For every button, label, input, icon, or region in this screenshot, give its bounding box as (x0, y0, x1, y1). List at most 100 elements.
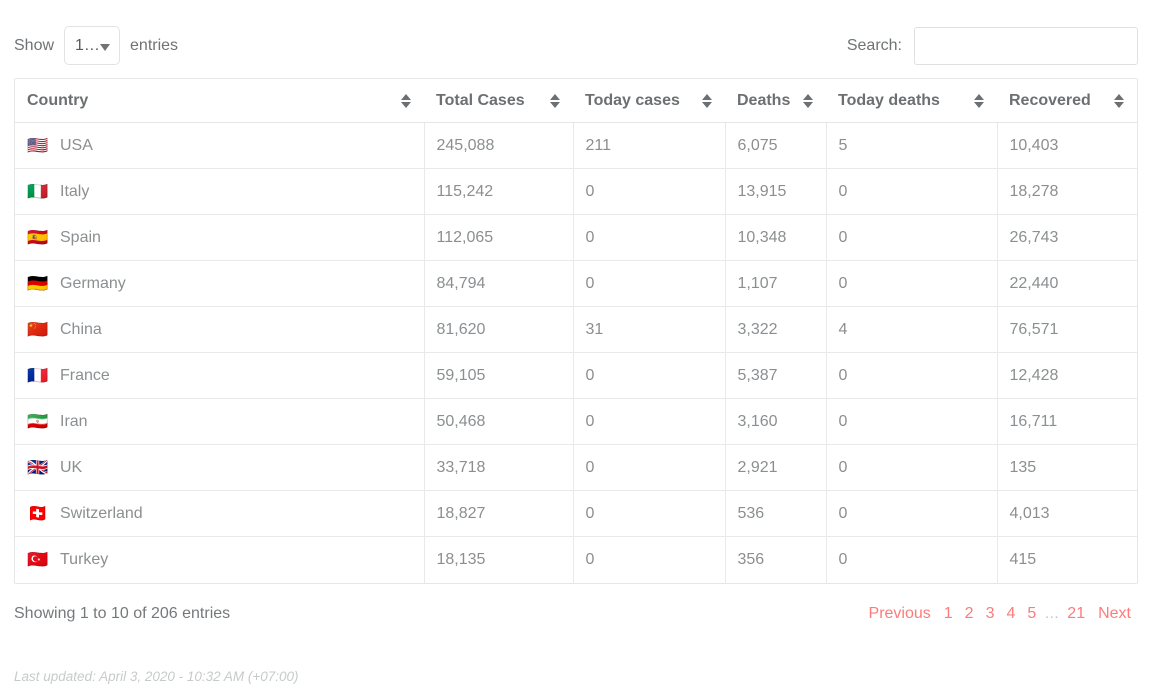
cell-today-deaths: 0 (826, 399, 997, 445)
cell-country: 🇪🇸 Spain (15, 215, 424, 261)
cell-today-deaths: 4 (826, 307, 997, 353)
cell-today-cases: 0 (573, 399, 725, 445)
cell-today-cases: 0 (573, 353, 725, 399)
table-controls: Show 1… entries Search: (14, 0, 1138, 78)
column-header-country-label: Country (27, 92, 88, 110)
cell-country: 🇨🇭 Switzerland (15, 491, 424, 537)
column-header-deaths-label: Deaths (737, 92, 790, 110)
cell-total-cases: 33,718 (424, 445, 573, 491)
cell-total-cases: 112,065 (424, 215, 573, 261)
pagination-page-1[interactable]: 1 (938, 605, 959, 623)
pagination: Previous12345…21Next (862, 605, 1138, 623)
column-header-recovered[interactable]: Recovered (997, 79, 1137, 123)
cell-deaths: 3,160 (725, 399, 826, 445)
pagination-page-4[interactable]: 4 (1000, 605, 1021, 623)
pagination-previous[interactable]: Previous (862, 605, 938, 623)
pagination-page-3[interactable]: 3 (980, 605, 1001, 623)
table-head: Country Total Cases Today cases (15, 79, 1137, 123)
country-name: UK (60, 459, 82, 477)
table-footer: Showing 1 to 10 of 206 entries Previous1… (14, 584, 1138, 642)
show-label: Show (14, 37, 54, 55)
flag-china-icon: 🇨🇳 (27, 321, 51, 338)
flag-uk-icon: 🇬🇧 (27, 459, 51, 476)
country-name: Italy (60, 183, 89, 201)
sort-icon (803, 93, 814, 109)
pagination-page-5[interactable]: 5 (1021, 605, 1042, 623)
pagination-page-21[interactable]: 21 (1061, 605, 1091, 623)
column-header-recovered-label: Recovered (1009, 92, 1091, 110)
search-label: Search: (847, 37, 902, 55)
cell-deaths: 6,075 (725, 123, 826, 169)
data-table-container: Country Total Cases Today cases (14, 78, 1138, 584)
column-header-deaths[interactable]: Deaths (725, 79, 826, 123)
cell-today-deaths: 0 (826, 215, 997, 261)
cell-today-deaths: 0 (826, 353, 997, 399)
covid-stats-page: Show 1… entries Search: Country (0, 0, 1152, 698)
cell-country: 🇹🇷 Turkey (15, 537, 424, 583)
cell-deaths: 1,107 (725, 261, 826, 307)
cell-country: 🇩🇪Germany (15, 261, 424, 307)
flag-switzerland-icon: 🇨🇭 (27, 505, 51, 522)
country-name: Turkey (60, 551, 108, 569)
country-name: Spain (60, 229, 101, 247)
cell-today-cases: 0 (573, 537, 725, 583)
flag-usa-icon: 🇺🇸 (27, 137, 51, 154)
cell-today-cases: 0 (573, 169, 725, 215)
column-header-today-deaths-label: Today deaths (838, 92, 940, 110)
search-control: Search: (847, 27, 1138, 65)
cell-deaths: 356 (725, 537, 826, 583)
pagination-page-2[interactable]: 2 (959, 605, 980, 623)
sort-icon (1114, 93, 1125, 109)
cell-today-cases: 0 (573, 445, 725, 491)
flag-turkey-icon: 🇹🇷 (27, 551, 51, 568)
cell-today-deaths: 0 (826, 261, 997, 307)
column-header-country[interactable]: Country (15, 79, 424, 123)
cell-recovered: 16,711 (997, 399, 1137, 445)
cell-country: 🇫🇷France (15, 353, 424, 399)
cell-deaths: 3,322 (725, 307, 826, 353)
cell-recovered: 26,743 (997, 215, 1137, 261)
cell-total-cases: 59,105 (424, 353, 573, 399)
table-row: 🇨🇭Switzerland18,827053604,013 (15, 491, 1137, 537)
table-row: 🇬🇧UK33,71802,9210135 (15, 445, 1137, 491)
flag-italy-icon: 🇮🇹 (27, 183, 51, 200)
column-header-today-deaths[interactable]: Today deaths (826, 79, 997, 123)
country-name: France (60, 367, 110, 385)
cell-recovered: 4,013 (997, 491, 1137, 537)
cell-today-deaths: 0 (826, 169, 997, 215)
cell-deaths: 13,915 (725, 169, 826, 215)
cell-total-cases: 18,827 (424, 491, 573, 537)
country-name: Switzerland (60, 505, 143, 523)
country-name: China (60, 321, 102, 339)
cell-deaths: 536 (725, 491, 826, 537)
cell-today-cases: 31 (573, 307, 725, 353)
countries-table: Country Total Cases Today cases (15, 79, 1137, 583)
table-body: 🇺🇸USA245,0882116,075510,403🇮🇹Italy115,24… (15, 123, 1137, 583)
cell-deaths: 10,348 (725, 215, 826, 261)
entries-label: entries (130, 37, 178, 55)
table-row: 🇩🇪Germany84,79401,107022,440 (15, 261, 1137, 307)
cell-today-cases: 0 (573, 215, 725, 261)
search-input[interactable] (914, 27, 1138, 65)
column-header-today-cases[interactable]: Today cases (573, 79, 725, 123)
cell-country: 🇺🇸USA (15, 123, 424, 169)
entries-length-control: Show 1… entries (14, 26, 178, 65)
column-header-total-cases-label: Total Cases (436, 92, 525, 110)
country-name: Germany (60, 275, 126, 293)
column-header-total-cases[interactable]: Total Cases (424, 79, 573, 123)
table-row: 🇺🇸USA245,0882116,075510,403 (15, 123, 1137, 169)
sort-icon (401, 93, 412, 109)
cell-today-cases: 0 (573, 261, 725, 307)
flag-iran-icon: 🇮🇷 (27, 413, 51, 430)
cell-today-deaths: 0 (826, 491, 997, 537)
cell-recovered: 12,428 (997, 353, 1137, 399)
entries-length-select[interactable]: 1… (64, 26, 120, 65)
cell-total-cases: 84,794 (424, 261, 573, 307)
cell-total-cases: 81,620 (424, 307, 573, 353)
cell-recovered: 22,440 (997, 261, 1137, 307)
pagination-next[interactable]: Next (1091, 605, 1138, 623)
flag-spain-icon: 🇪🇸 (27, 229, 51, 246)
column-header-today-cases-label: Today cases (585, 92, 680, 110)
table-row: 🇮🇷Iran50,46803,160016,711 (15, 399, 1137, 445)
chevron-down-icon (100, 44, 110, 51)
